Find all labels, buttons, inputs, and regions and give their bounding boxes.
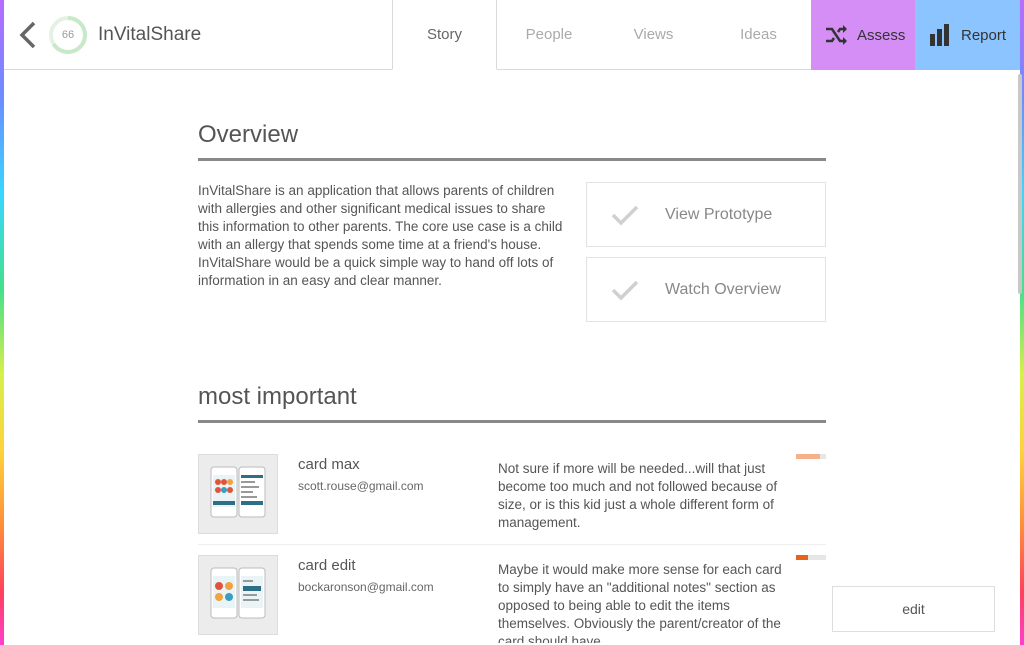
check-icon [611, 280, 639, 300]
idea-title[interactable]: card edit [298, 557, 356, 574]
idea-rating-bar [796, 454, 826, 459]
edit-button[interactable]: edit [832, 586, 995, 632]
idea-title[interactable]: card max [298, 456, 360, 473]
overview-description: InVitalShare is an application that allo… [198, 183, 563, 288]
assess-label: Assess [857, 26, 906, 44]
tab-story[interactable]: Story [392, 0, 497, 70]
tab-people[interactable]: People [497, 0, 601, 70]
view-prototype-button[interactable]: View Prototype [586, 182, 826, 247]
rainbow-strip-left [0, 0, 4, 645]
most-important-title: most important [198, 383, 357, 410]
tab-bar: Story People Views Ideas [392, 0, 811, 70]
assess-button[interactable]: Assess [811, 0, 915, 70]
brand-area: 66 InVitalShare [4, 0, 393, 70]
score-ring: 66 [48, 15, 88, 55]
app-screens-thumbnail-icon [210, 466, 266, 518]
app-title: InVitalShare [98, 24, 202, 45]
idea-comment: Maybe it would make more sense for each … [498, 562, 782, 643]
overview-divider [198, 158, 826, 161]
most-important-divider [198, 420, 826, 423]
idea-rating-fill [796, 454, 820, 459]
idea-author-email: scott.rouse@gmail.com [298, 479, 424, 493]
idea-rating-bar [796, 555, 826, 560]
report-label: Report [961, 26, 1007, 44]
back-arrow-icon[interactable] [16, 20, 40, 50]
idea-row[interactable]: card max scott.rouse@gmail.com Not sure … [198, 444, 826, 545]
idea-comment: Not sure if more will be needed...will t… [498, 461, 778, 530]
shuffle-icon [826, 25, 847, 45]
top-header: 66 InVitalShare Story People Views Ideas… [4, 0, 1020, 70]
idea-thumbnail[interactable] [198, 454, 278, 534]
report-button[interactable]: Report [915, 0, 1020, 70]
score-value: 66 [61, 29, 75, 41]
idea-rating-fill [796, 555, 808, 560]
view-prototype-label: View Prototype [665, 205, 773, 223]
idea-thumbnail[interactable] [198, 555, 278, 635]
app-screens-thumbnail-icon [210, 567, 266, 619]
tab-ideas[interactable]: Ideas [706, 0, 811, 70]
tab-views[interactable]: Views [601, 0, 706, 70]
check-icon [611, 205, 639, 225]
watch-overview-button[interactable]: Watch Overview [586, 257, 826, 322]
bar-chart-icon [930, 24, 949, 46]
idea-row[interactable]: card edit bockaronson@gmail.com Maybe it… [198, 545, 826, 645]
scrollbar-thumb[interactable] [1018, 74, 1022, 294]
overview-title: Overview [198, 121, 299, 148]
watch-overview-label: Watch Overview [665, 280, 781, 298]
idea-author-email: bockaronson@gmail.com [298, 580, 434, 594]
